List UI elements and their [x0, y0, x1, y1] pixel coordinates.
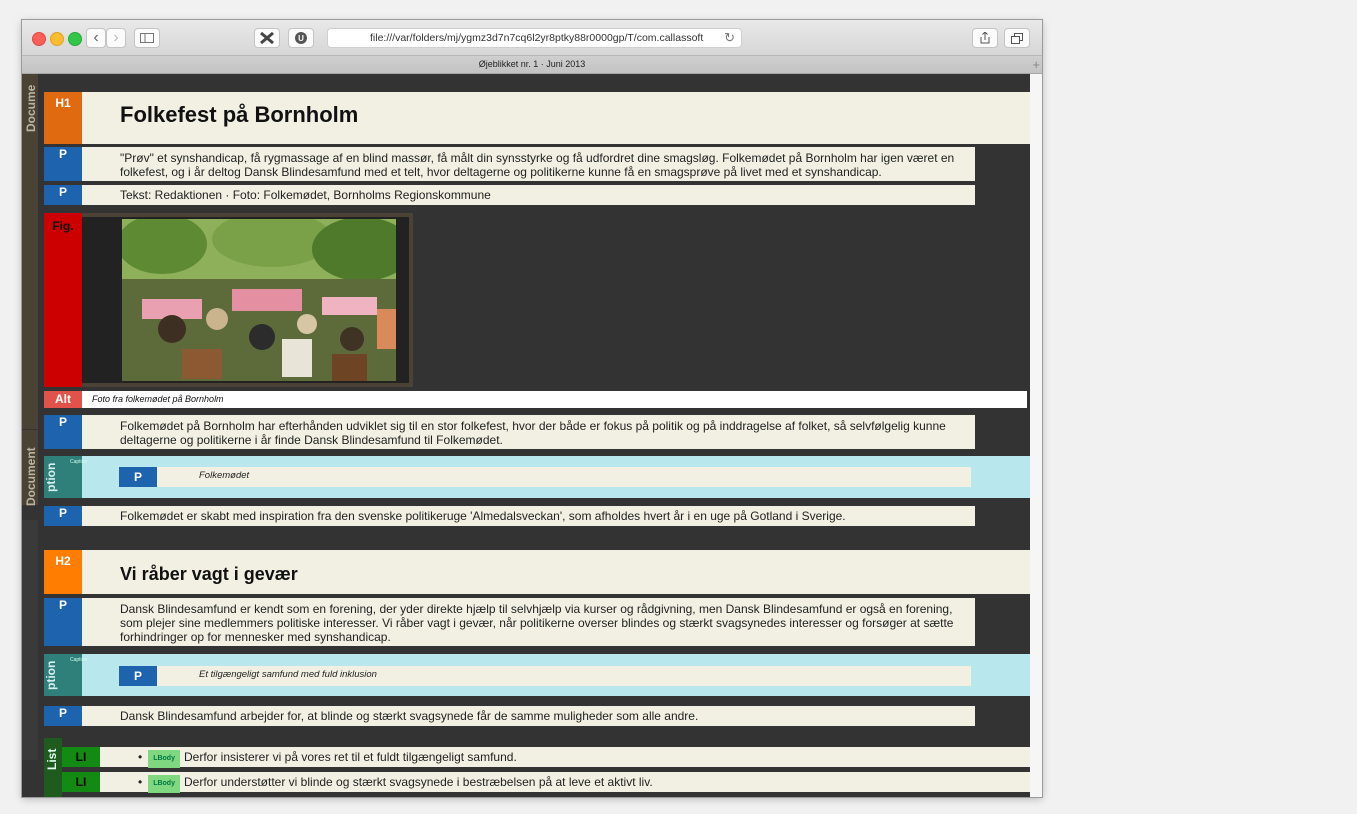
- sidebar-icon: [140, 33, 154, 43]
- alt-text: Foto fra folkemødet på Bornholm: [92, 394, 224, 404]
- list-item: • LBody Derfor insisterer vi på vores ret …: [100, 747, 1030, 768]
- p-tag: P: [44, 598, 82, 646]
- tabs-icon: [1011, 33, 1023, 44]
- extension-u-button[interactable]: U: [288, 28, 314, 48]
- svg-text:U: U: [298, 34, 304, 43]
- paragraph-box: Dansk Blindesamfund er kendt som en fore…: [82, 598, 975, 646]
- tab-bar: Øjeblikket nr. 1 · Juni 2013 +: [22, 56, 1042, 74]
- list-item: • LBody Derfor understøtter vi blinde og s…: [100, 772, 1030, 793]
- caption-side-label: ption: [44, 462, 58, 492]
- caption-text: Et tilgængeligt samfund med fuld inklusi…: [199, 669, 377, 680]
- h2-tag: H2: [44, 550, 82, 594]
- tab-title[interactable]: Øjeblikket nr. 1 · Juni 2013: [479, 59, 586, 69]
- x-extension-icon: [260, 31, 274, 45]
- caption-inner-box: Et tilgængeligt samfund med fuld inklusi…: [119, 666, 971, 686]
- list-label: List: [45, 748, 59, 770]
- heading-2: Vi råber vagt i gevær: [120, 564, 298, 584]
- tabs-overview-button[interactable]: [1004, 28, 1030, 48]
- p-tag: P: [119, 467, 157, 487]
- h1-tag: H1: [44, 92, 82, 144]
- festival-photo: [122, 219, 396, 381]
- close-window-button[interactable]: [32, 32, 46, 46]
- bullet-icon: •: [138, 775, 143, 789]
- alt-text-box: Foto fra folkemødet på Bornholm: [82, 391, 1027, 408]
- url-text: file:///var/folders/mj/ygmz3d7n7cq6l2yr8…: [370, 32, 704, 44]
- forward-arrow-icon: ›: [113, 29, 119, 46]
- li-tag: LI: [62, 747, 100, 767]
- caption-tiny-label: Caption: [70, 459, 88, 465]
- paragraph-box: Tekst: Redaktionen · Foto: Folkemødet, B…: [82, 185, 975, 205]
- pdf-tag-view: Docume Document H1 Folkefest på Bornholm…: [22, 74, 1030, 797]
- figure-area: [82, 217, 409, 383]
- p-tag: P: [44, 147, 82, 181]
- bullet-icon: •: [138, 750, 143, 764]
- lbody-tag: LBody: [148, 775, 180, 793]
- share-icon: [980, 31, 990, 44]
- list-item-text: Derfor understøtter vi blinde og stærkt …: [183, 775, 653, 789]
- back-button[interactable]: ‹: [86, 28, 106, 48]
- paragraph-box: Dansk Blindesamfund arbejder for, at bli…: [82, 706, 975, 726]
- paragraph-text: "Prøv" et synshandicap, få rygmassage af…: [120, 151, 955, 179]
- extension-x-button[interactable]: [254, 28, 280, 48]
- p-tag: P: [119, 666, 157, 686]
- address-bar[interactable]: file:///var/folders/mj/ygmz3d7n7cq6l2yr8…: [327, 28, 742, 48]
- p-tag: P: [44, 415, 82, 449]
- h1-box: Folkefest på Bornholm: [82, 92, 1030, 144]
- paragraph-text: Folkemødet på Bornholm har efterhånden u…: [120, 419, 946, 447]
- p-tag: P: [44, 706, 82, 726]
- document-strip-3: [22, 520, 38, 760]
- back-arrow-icon: ‹: [93, 29, 99, 46]
- shield-u-icon: U: [295, 32, 307, 44]
- paragraph-box: Folkemødet er skabt med inspiration fra …: [82, 506, 975, 526]
- zoom-window-button[interactable]: [68, 32, 82, 46]
- alt-tag: Alt: [44, 391, 82, 408]
- caption-tiny-label: Caption: [70, 657, 88, 663]
- caption-side-label: ption: [44, 660, 58, 690]
- paragraph-text: Dansk Blindesamfund er kendt som en fore…: [120, 602, 954, 644]
- lbody-tag: LBody: [148, 750, 180, 768]
- paragraph-text: Dansk Blindesamfund arbejder for, at bli…: [120, 709, 699, 723]
- minimize-window-button[interactable]: [50, 32, 64, 46]
- p-tag: P: [44, 506, 82, 526]
- li-tag: LI: [62, 772, 100, 792]
- forward-button[interactable]: ›: [106, 28, 126, 48]
- fig-tag: Fig.: [44, 213, 82, 387]
- list-item-text: Derfor insisterer vi på vores ret til et…: [183, 750, 517, 764]
- reload-icon[interactable]: ↻: [724, 29, 735, 47]
- browser-toolbar: ‹ › U file:///var/folders/mj/ygmz3d7n7cq…: [22, 20, 1042, 56]
- document-label-top: Docume: [24, 84, 38, 132]
- new-tab-button[interactable]: +: [1032, 56, 1040, 73]
- caption-inner-box: Folkemødet: [119, 467, 971, 487]
- heading-1: Folkefest på Bornholm: [120, 102, 359, 127]
- document-label: Document: [24, 447, 38, 506]
- sidebar-button[interactable]: [134, 28, 160, 48]
- share-button[interactable]: [972, 28, 998, 48]
- paragraph-box: "Prøv" et synshandicap, få rygmassage af…: [82, 147, 975, 181]
- paragraph-text: Folkemødet er skabt med inspiration fra …: [120, 509, 846, 523]
- browser-window: ‹ › U file:///var/folders/mj/ygmz3d7n7cq…: [22, 20, 1042, 797]
- vertical-scrollbar[interactable]: [1030, 74, 1042, 797]
- h2-box: Vi råber vagt i gevær: [82, 550, 1030, 594]
- caption-text: Folkemødet: [199, 470, 250, 481]
- credit-text: Tekst: Redaktionen · Foto: Folkemødet, B…: [120, 188, 491, 202]
- paragraph-box: Folkemødet på Bornholm har efterhånden u…: [82, 415, 975, 449]
- p-tag: P: [44, 185, 82, 205]
